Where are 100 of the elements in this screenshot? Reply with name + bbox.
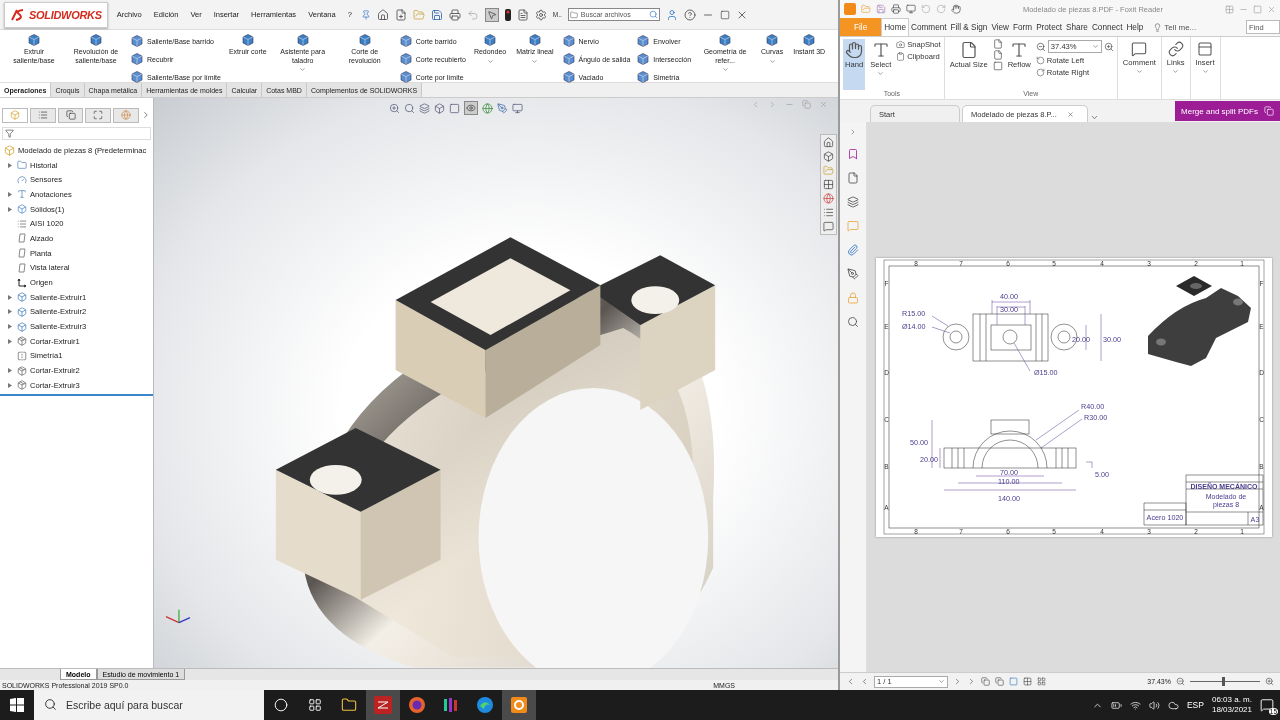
- attachment-icon[interactable]: [847, 244, 859, 256]
- save-icon[interactable]: [876, 4, 886, 14]
- zoom-out-icon[interactable]: [1176, 677, 1185, 686]
- section-view-icon[interactable]: [419, 102, 430, 114]
- next-page-icon[interactable]: [953, 677, 962, 686]
- ribbon-tab[interactable]: Form: [1011, 18, 1035, 36]
- tell-me-field[interactable]: Tell me...: [1153, 18, 1197, 36]
- lock-icon[interactable]: [847, 292, 859, 304]
- screen-icon[interactable]: [906, 4, 916, 14]
- cortana-icon[interactable]: [274, 698, 288, 712]
- volume-icon[interactable]: [1148, 699, 1160, 711]
- home-icon[interactable]: [823, 137, 834, 148]
- bookmark-icon[interactable]: [847, 148, 859, 160]
- expand-arrow-icon[interactable]: [8, 294, 12, 300]
- single-page-icon[interactable]: [1009, 677, 1018, 686]
- ribbon-tab[interactable]: Protect: [1034, 18, 1065, 36]
- ribbon-tab[interactable]: Help: [1124, 18, 1146, 36]
- expand-arrow-icon[interactable]: [8, 309, 12, 315]
- layers-icon[interactable]: [847, 196, 859, 208]
- browser-icon[interactable]: [477, 697, 493, 713]
- fit-visible-icon[interactable]: [992, 61, 1003, 71]
- dimxpert-tab[interactable]: [85, 107, 112, 123]
- expand-arrow-icon[interactable]: [8, 191, 12, 197]
- merge-split-button[interactable]: Merge and split PDFs: [1175, 101, 1280, 121]
- maximize-icon[interactable]: [719, 9, 730, 20]
- expand-arrow-icon[interactable]: [8, 162, 12, 168]
- undo-icon[interactable]: [466, 8, 479, 21]
- pdf-reader-icon[interactable]: [511, 697, 527, 713]
- search-icon[interactable]: [847, 316, 859, 328]
- appearance-icon[interactable]: [823, 193, 834, 204]
- ribbon-tab[interactable]: Share: [1064, 18, 1090, 36]
- chevron-right-icon[interactable]: [141, 110, 151, 120]
- properties-icon[interactable]: [823, 207, 834, 218]
- filter-field[interactable]: [2, 127, 151, 140]
- browser-icon[interactable]: [409, 697, 425, 713]
- monitor-icon[interactable]: [512, 102, 523, 114]
- bars-icon[interactable]: [443, 697, 459, 713]
- feature-tree-tab[interactable]: [2, 107, 28, 123]
- zoom-out-icon[interactable]: [1035, 41, 1046, 52]
- ribbon-tab[interactable]: Connect: [1089, 18, 1125, 36]
- view-orientation-icon[interactable]: [434, 102, 445, 114]
- zoom-in-icon[interactable]: [1265, 677, 1274, 686]
- layout-icon[interactable]: [1225, 4, 1234, 14]
- continuous-icon[interactable]: [1037, 677, 1046, 686]
- zoom-area-icon[interactable]: [404, 102, 415, 114]
- new-file-icon[interactable]: [394, 8, 407, 21]
- first-page-icon[interactable]: [846, 677, 855, 686]
- help-icon[interactable]: [683, 8, 696, 21]
- battery-icon[interactable]: [1110, 699, 1122, 711]
- ribbon-tab[interactable]: Fill & Sign: [948, 18, 990, 36]
- expand-icon[interactable]: [849, 128, 857, 136]
- search-field[interactable]: Escribe aquí para buscar: [34, 690, 264, 720]
- print-icon[interactable]: [448, 8, 461, 21]
- tab-list-icon[interactable]: [1090, 113, 1099, 122]
- forum-icon[interactable]: [823, 221, 834, 232]
- property-tab[interactable]: [29, 107, 56, 123]
- display-style-icon[interactable]: [449, 102, 460, 114]
- app-tile-icon[interactable]: [374, 696, 392, 714]
- signature-icon[interactable]: [847, 268, 859, 280]
- zoom-icon[interactable]: [389, 102, 400, 114]
- previous-page-icon[interactable]: [860, 677, 869, 686]
- hide-show-button[interactable]: [464, 101, 478, 115]
- task-view-icon[interactable]: [308, 698, 322, 712]
- properties-icon[interactable]: [516, 8, 529, 21]
- ribbon-tab[interactable]: View: [989, 18, 1011, 36]
- zoom-in-icon[interactable]: [1103, 41, 1114, 52]
- home-icon[interactable]: [376, 8, 389, 21]
- comment-icon[interactable]: [847, 220, 859, 232]
- two-page-icon[interactable]: [995, 677, 1004, 686]
- traffic-light-icon[interactable]: [504, 8, 511, 21]
- last-page-icon[interactable]: [967, 677, 976, 686]
- pointer-icon: [486, 9, 497, 20]
- expand-arrow-icon[interactable]: [8, 368, 12, 374]
- pin-icon[interactable]: [360, 9, 371, 20]
- language-indicator[interactable]: ESP: [1186, 700, 1204, 710]
- hand-icon[interactable]: [951, 4, 961, 14]
- fit-page-icon[interactable]: [992, 39, 1003, 49]
- user-icon[interactable]: [665, 8, 678, 21]
- print-icon[interactable]: [891, 4, 901, 14]
- ribbon-tab[interactable]: Comment: [909, 18, 949, 36]
- appearance-icon[interactable]: [482, 102, 493, 114]
- folder-icon[interactable]: [341, 697, 357, 713]
- expand-arrow-icon[interactable]: [8, 382, 12, 388]
- expand-arrow-icon[interactable]: [8, 324, 12, 330]
- config-tab[interactable]: [57, 107, 84, 123]
- ribbon-tab[interactable]: Home: [881, 18, 910, 36]
- pages-icon[interactable]: [847, 172, 859, 184]
- settings-icon[interactable]: [534, 8, 547, 21]
- page-view-icon[interactable]: [981, 677, 990, 686]
- library-icon[interactable]: [823, 151, 834, 162]
- display-tab[interactable]: [113, 107, 140, 123]
- expand-arrow-icon[interactable]: [8, 206, 12, 212]
- expand-arrow-icon[interactable]: [8, 338, 12, 344]
- wifi-icon[interactable]: [1129, 699, 1141, 711]
- save-icon[interactable]: [430, 8, 443, 21]
- select-button[interactable]: [484, 7, 499, 22]
- cloud-icon[interactable]: [1167, 699, 1179, 711]
- clock[interactable]: 06:03 a. m. 18/03/2021: [1211, 695, 1252, 715]
- fit-width-icon[interactable]: [992, 50, 1003, 60]
- facing-icon[interactable]: [1023, 677, 1032, 686]
